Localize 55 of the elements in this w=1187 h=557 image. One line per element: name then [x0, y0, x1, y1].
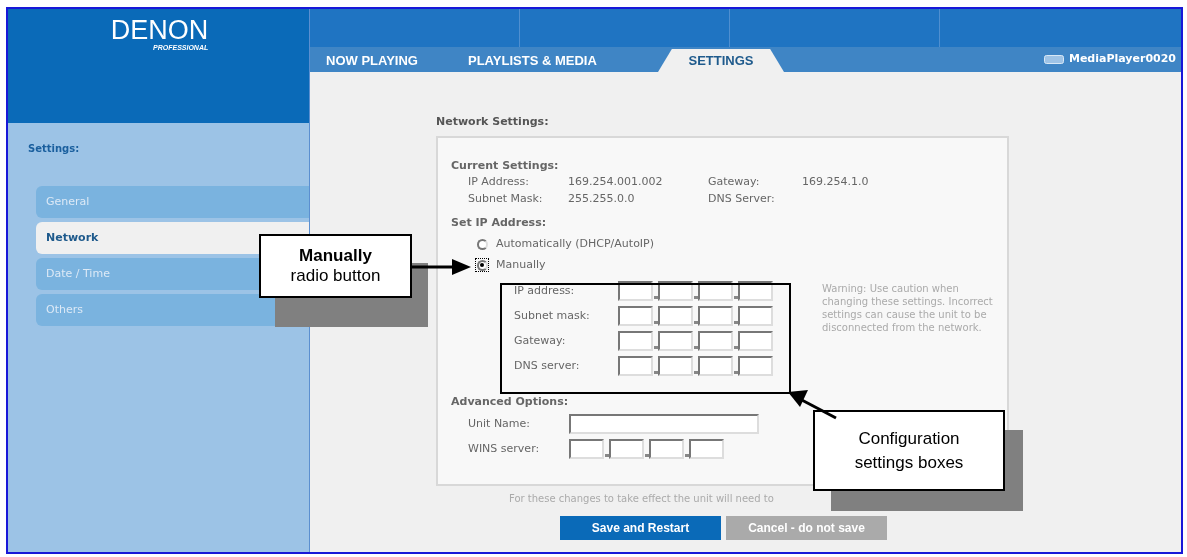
ip-octet-field[interactable] [689, 439, 724, 459]
sidebar-title: Settings: [28, 142, 81, 156]
ip-octet-field[interactable] [698, 281, 733, 301]
cancel-button[interactable]: Cancel - do not save [726, 516, 887, 540]
ip-octet-field[interactable] [649, 439, 684, 459]
ip-octet-field[interactable] [658, 306, 693, 326]
ip-octet-field[interactable] [658, 281, 693, 301]
nav-tab[interactable]: SETTINGS [658, 49, 784, 72]
section-heading: Current Settings: [451, 158, 560, 173]
page-title: Network Settings: [436, 114, 550, 130]
radio-label: Automatically (DHCP/AutoIP) [496, 237, 655, 251]
device-icon [1043, 55, 1064, 64]
field-label: Gateway: [708, 174, 761, 190]
ip-octet-field[interactable] [618, 331, 653, 351]
ip-octet-field[interactable] [618, 281, 653, 301]
field-label: Unit Name: [468, 415, 532, 432]
callout-arrow [412, 258, 472, 276]
field-label: DNS Server: [708, 191, 776, 207]
logo-wordmark: DENON [110, 17, 209, 43]
ip-octet-field[interactable] [609, 439, 644, 459]
nav-tab[interactable]: NOW PLAYING [326, 49, 468, 72]
field-label: IP Address: [468, 174, 530, 190]
ip-octet-field[interactable] [618, 356, 653, 376]
save-button[interactable]: Save and Restart [560, 516, 721, 540]
field-label: WINS server: [468, 440, 541, 457]
radio-label: Manually [496, 258, 546, 272]
radio-button[interactable] [475, 258, 489, 272]
radio-button[interactable] [475, 237, 489, 251]
field-value: 169.254.1.0 [802, 174, 870, 190]
warning-text: Warning: Use caution when changing these settings. Incorrect settings can cause the unit to be disconnected from the network. [822, 282, 994, 335]
input-field[interactable] [569, 414, 759, 434]
ip-octet-field[interactable] [569, 439, 604, 459]
ip-octet-field[interactable] [738, 281, 773, 301]
field-label: Gateway: [514, 332, 567, 349]
field-label: Subnet Mask: [468, 191, 544, 207]
field-label: DNS server: [514, 357, 581, 374]
section-heading: Set IP Address: [451, 215, 548, 230]
ip-octet-field[interactable] [738, 306, 773, 326]
nav-tab[interactable]: PLAYLISTS & MEDIA [468, 49, 658, 72]
field-label: Subnet mask: [514, 307, 591, 324]
device-name: MediaPlayer0020 [1068, 51, 1176, 68]
field-label: IP address: [514, 282, 576, 299]
ip-octet-field[interactable] [698, 356, 733, 376]
callout-arrow [786, 389, 838, 421]
ip-octet-field[interactable] [698, 331, 733, 351]
ip-octet-field[interactable] [658, 356, 693, 376]
ip-octet-field[interactable] [738, 331, 773, 351]
field-value: 255.255.0.0 [568, 191, 636, 207]
restart-note: For these changes to take effect the unit will need to [509, 492, 775, 506]
field-value: 169.254.001.002 [568, 174, 664, 190]
ip-octet-field[interactable] [698, 306, 733, 326]
ip-octet-field[interactable] [618, 306, 653, 326]
ip-octet-field[interactable] [738, 356, 773, 376]
ip-octet-field[interactable] [658, 331, 693, 351]
section-heading: Advanced Options: [451, 394, 570, 409]
